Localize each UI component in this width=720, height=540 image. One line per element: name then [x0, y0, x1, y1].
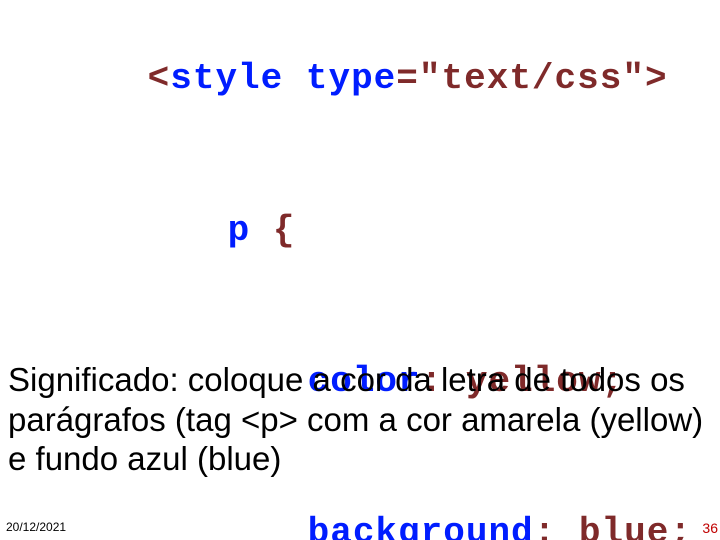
css-value-blue: blue — [579, 512, 669, 540]
code-line-selector: p { — [12, 155, 692, 306]
footer-page-number: 36 — [702, 520, 718, 536]
tag-name-style: style — [170, 58, 283, 99]
attr-value: "text/css" — [419, 58, 645, 99]
angle-bracket-open: < — [148, 58, 171, 99]
presentation-slide: <style type="text/css"> p { color: yello… — [0, 0, 720, 540]
footer-date: 20/12/2021 — [6, 520, 66, 534]
code-line-open-tag: <style type="text/css"> — [12, 4, 692, 155]
brace-open: { — [250, 210, 295, 251]
explanation-text: Significado: coloque a cor da letra de t… — [8, 360, 708, 479]
css-prop-background: background — [308, 512, 534, 540]
angle-bracket-close: > — [645, 58, 668, 99]
semicolon: ; — [669, 512, 692, 540]
colon: : — [534, 512, 579, 540]
css-selector-p: p — [228, 210, 251, 251]
equals-sign: = — [396, 58, 419, 99]
attr-name-type: type — [306, 58, 396, 99]
space — [283, 58, 306, 99]
